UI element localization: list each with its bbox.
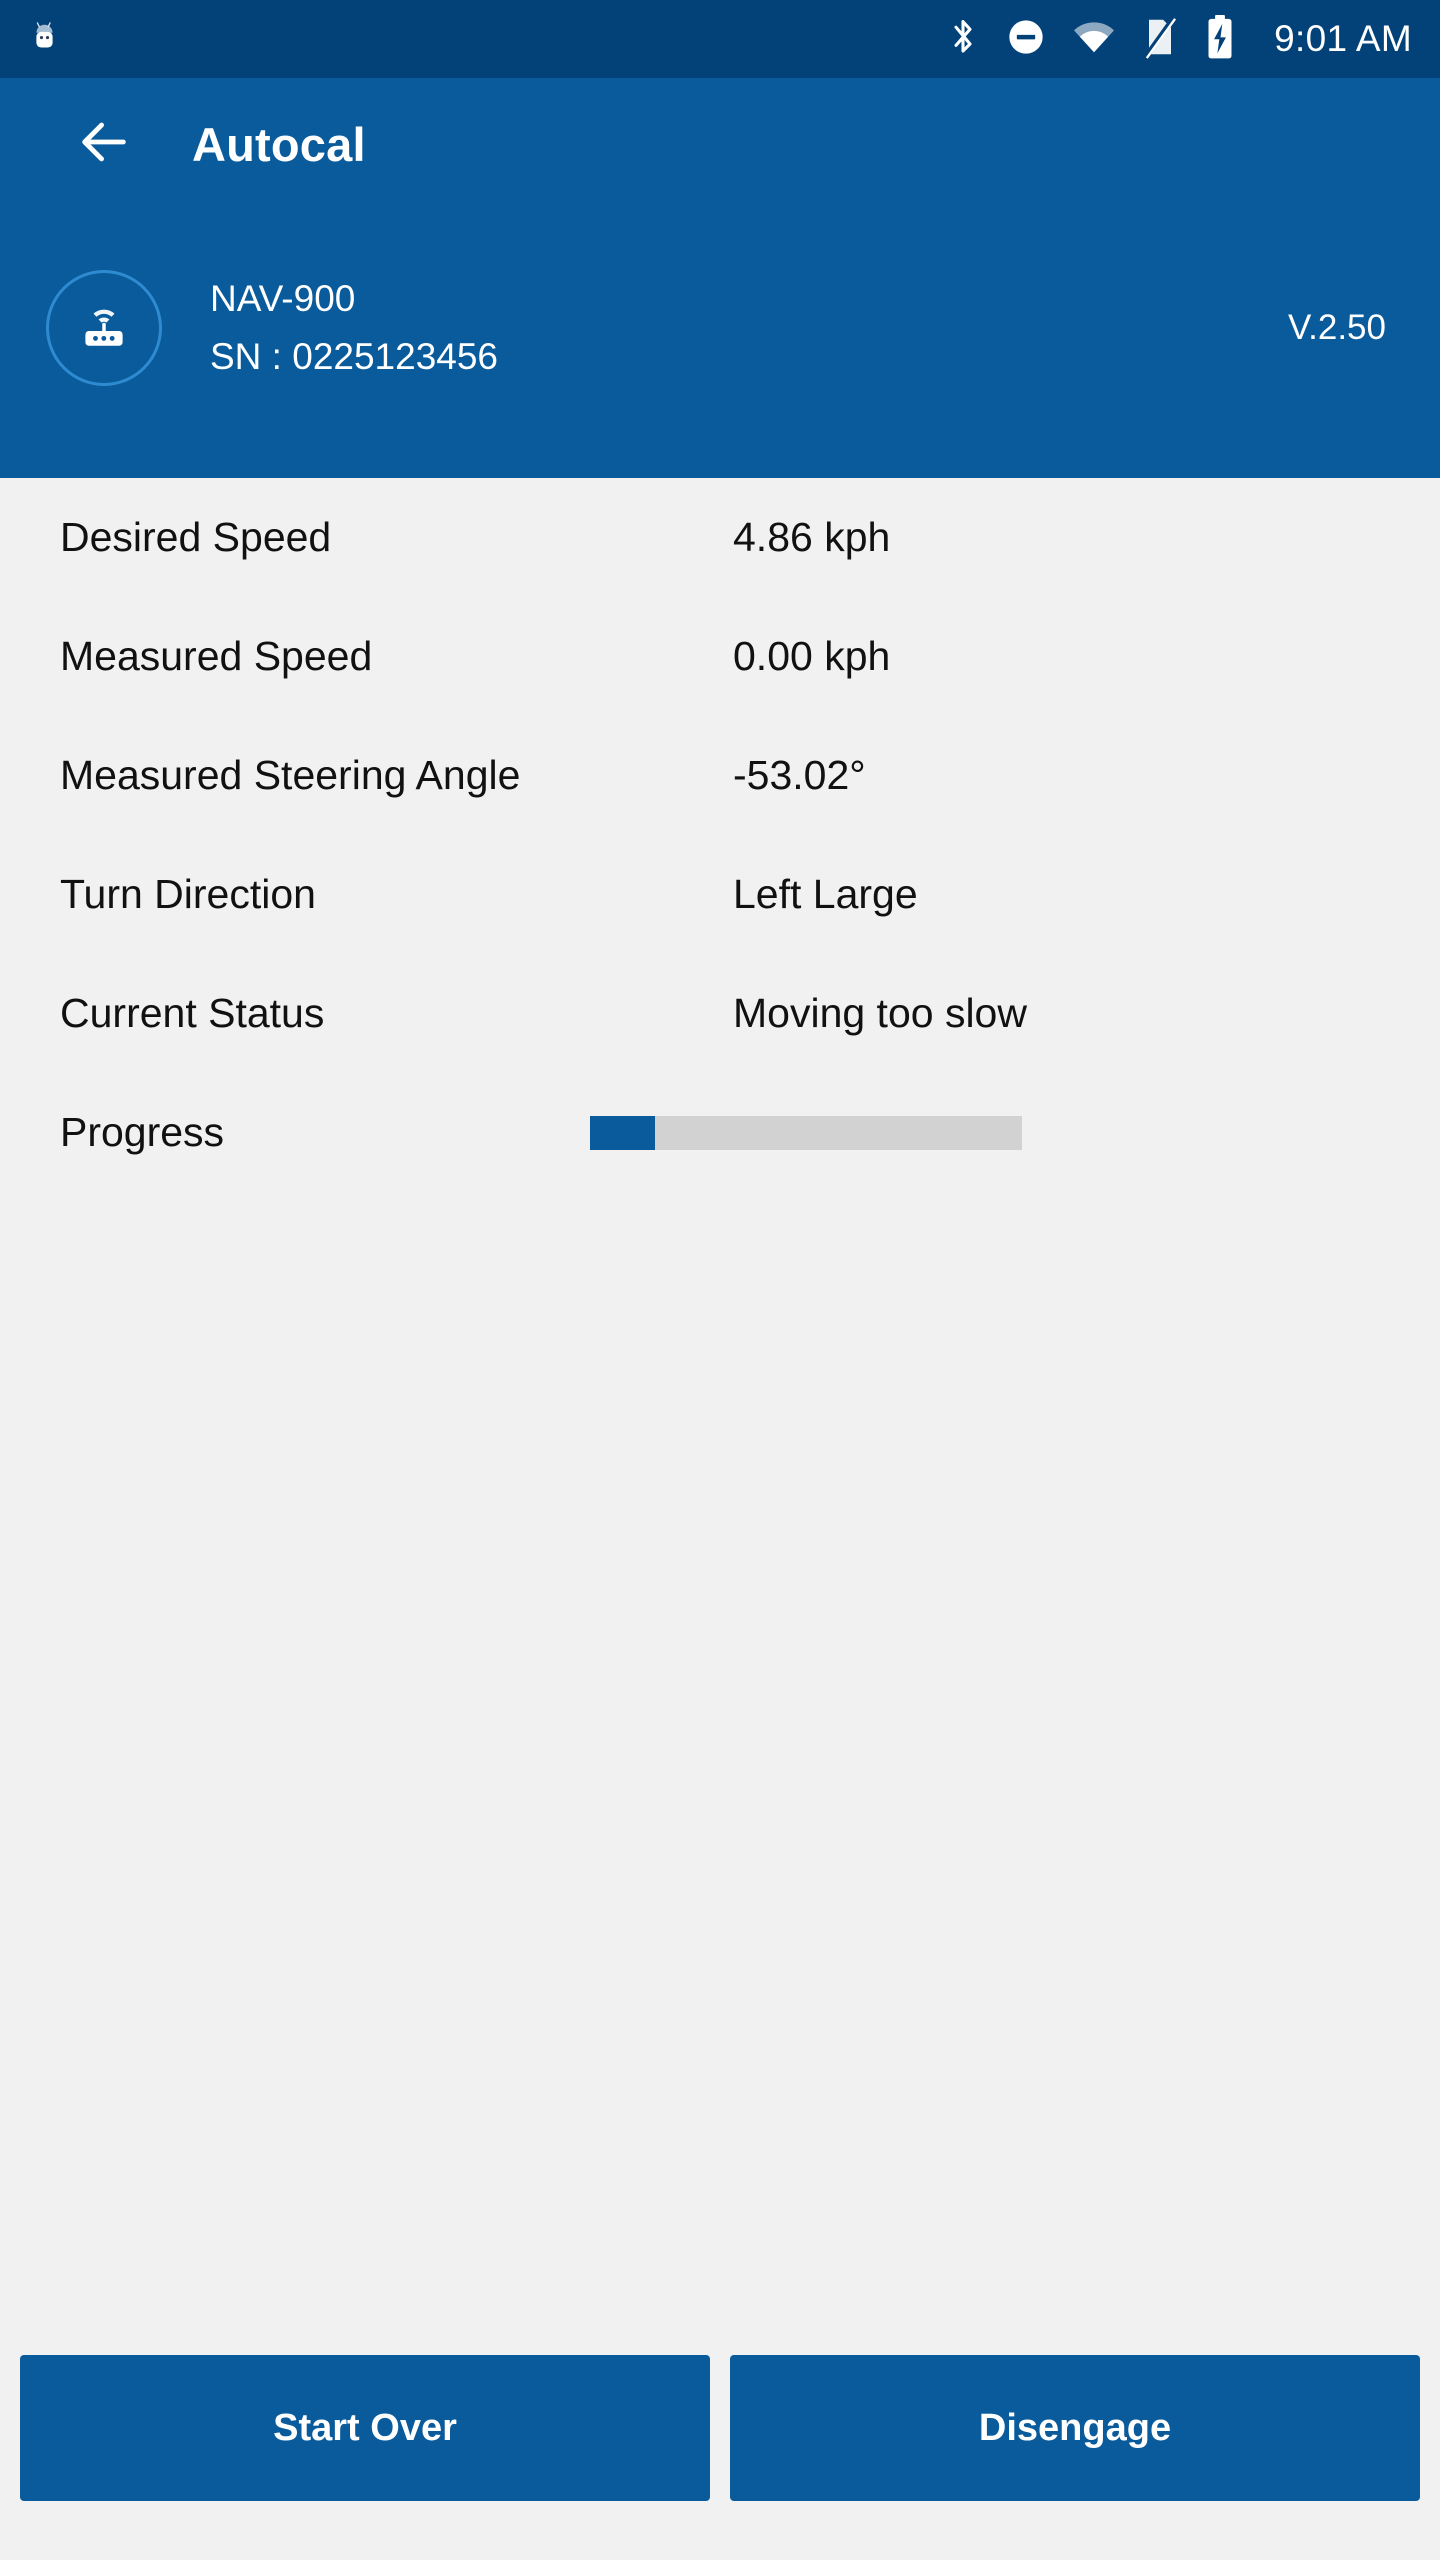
row-value-measured-steering-angle: -53.02° bbox=[733, 752, 866, 798]
start-over-button[interactable]: Start Over bbox=[20, 2355, 710, 2501]
disengage-button[interactable]: Disengage bbox=[730, 2355, 1420, 2501]
status-bar: 9:01 AM bbox=[0, 0, 1440, 78]
table-row: Current Status Moving too slow bbox=[0, 954, 1440, 1073]
battery-charging-icon bbox=[1204, 14, 1236, 65]
device-serial-number: SN : 0225123456 bbox=[210, 336, 499, 377]
row-label-measured-steering-angle: Measured Steering Angle bbox=[60, 752, 521, 798]
firmware-version: V.2.50 bbox=[1288, 308, 1386, 347]
status-bar-time: 9:01 AM bbox=[1274, 18, 1412, 59]
router-wifi-icon bbox=[73, 295, 135, 362]
progress-bar-fill bbox=[590, 1115, 655, 1150]
app-bar: Autocal NAV-900 SN: 0225123456 V.2.50 bbox=[0, 78, 1440, 478]
back-arrow-icon bbox=[75, 113, 133, 176]
table-row: Desired Speed 4.86 kph bbox=[0, 478, 1440, 597]
device-info-row: NAV-900 SN : 0225123456 V.2.50 bbox=[0, 258, 1440, 398]
progress-bar-track bbox=[590, 1115, 1022, 1150]
device-text-block: NAV-900 SN : 0225123456 bbox=[210, 276, 1288, 381]
row-label-progress: Progress bbox=[60, 1109, 225, 1155]
do-not-disturb-icon bbox=[1006, 17, 1046, 62]
wifi-icon bbox=[1072, 19, 1116, 60]
row-value-current-status: Moving too slow bbox=[733, 990, 1027, 1036]
app-screen: 9:01 AM Autocal NAV-900 SN: 0225123456 … bbox=[0, 0, 1440, 2560]
row-label-desired-speed: Desired Speed bbox=[60, 514, 332, 560]
bottom-button-bar: Start Over Disengage bbox=[0, 2340, 1440, 2560]
device-model: NAV-900 bbox=[210, 277, 356, 319]
bluetooth-icon bbox=[946, 16, 980, 63]
progress-row: Progress bbox=[0, 1073, 1440, 1192]
row-value-measured-speed: 0.00 kph bbox=[733, 633, 891, 679]
row-label-measured-speed: Measured Speed bbox=[60, 633, 373, 679]
status-bar-notifications bbox=[28, 19, 64, 60]
content-area: Desired Speed 4.86 kph Measured Speed 0.… bbox=[0, 478, 1440, 2340]
device-avatar bbox=[46, 270, 162, 386]
row-value-turn-direction: Left Large bbox=[733, 871, 918, 917]
row-label-current-status: Current Status bbox=[60, 990, 325, 1036]
table-row: Measured Speed 0.00 kph bbox=[0, 597, 1440, 716]
table-row: Turn Direction Left Large bbox=[0, 835, 1440, 954]
app-bar-top: Autocal bbox=[0, 78, 1440, 210]
status-bar-icons: 9:01 AM bbox=[946, 14, 1412, 65]
table-row: Measured Steering Angle -53.02° bbox=[0, 716, 1440, 835]
page-title: Autocal bbox=[192, 117, 366, 171]
back-button[interactable] bbox=[46, 89, 162, 199]
sim-card-off-icon bbox=[1142, 15, 1178, 64]
android-robot-icon bbox=[28, 19, 64, 60]
row-label-turn-direction: Turn Direction bbox=[60, 871, 316, 917]
row-value-desired-speed: 4.86 kph bbox=[733, 514, 891, 560]
